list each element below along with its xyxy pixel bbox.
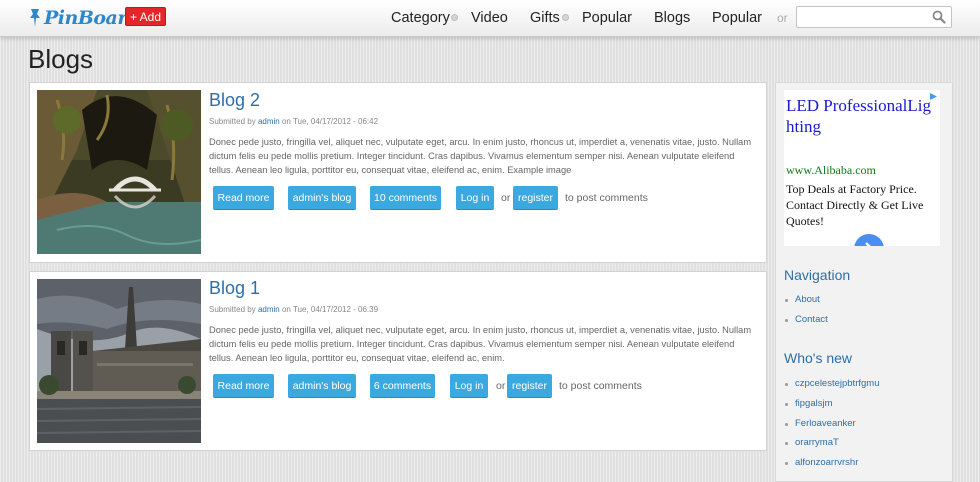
- login-button[interactable]: Log in: [456, 186, 494, 210]
- nav-item-category[interactable]: Category: [391, 0, 450, 36]
- ad-title[interactable]: LED ProfessionalLighting: [786, 95, 934, 137]
- author-link[interactable]: admin: [258, 305, 280, 314]
- cathedral-river-photo: [37, 279, 201, 443]
- dropdown-dot-icon: [562, 14, 569, 21]
- whos-new-list: czpcelestejpbtrfgmu fipgalsjm Ferloavean…: [782, 377, 879, 476]
- nav-item-video[interactable]: Video: [471, 0, 508, 36]
- post-date: on Tue, 04/17/2012 - 06:42: [281, 117, 379, 126]
- nav-item-popular-2[interactable]: Popular: [712, 0, 762, 36]
- search-box: [796, 6, 952, 29]
- nav-item-popular[interactable]: Popular: [582, 0, 632, 36]
- login-button[interactable]: Log in: [450, 374, 488, 398]
- pushpin-icon: [30, 9, 40, 27]
- site-logo[interactable]: PinBoard: [28, 6, 140, 30]
- ad-block[interactable]: LED ProfessionalLighting www.Alibaba.com…: [784, 90, 940, 246]
- list-item[interactable]: Ferloaveanker: [782, 417, 879, 437]
- register-button[interactable]: register: [513, 186, 558, 210]
- nav-link-contact[interactable]: Contact: [782, 313, 828, 333]
- submitted-prefix: Submitted by: [209, 305, 256, 314]
- post-image[interactable]: [37, 90, 201, 254]
- search-input[interactable]: [801, 7, 933, 29]
- post-meta: Submitted by admin on Tue, 04/17/2012 - …: [209, 117, 378, 127]
- post-body: Donec pede justo, fringilla vel, aliquet…: [209, 325, 752, 363]
- comments-button[interactable]: 10 comments: [370, 186, 441, 210]
- header-or-text: or: [777, 11, 788, 25]
- page-title: Blogs: [28, 44, 94, 74]
- read-more-button[interactable]: Read more: [213, 186, 274, 210]
- top-bar: PinBoard + Add Category Video Gifts Popu…: [0, 0, 980, 37]
- ad-url[interactable]: www.Alibaba.com: [786, 163, 876, 178]
- blog-post-card: Blog 1 Submitted by admin on Tue, 04/17/…: [29, 271, 767, 451]
- post-date: on Tue, 04/17/2012 - 06:39: [281, 305, 379, 314]
- ad-description: Top Deals at Factory Price. Contact Dire…: [786, 182, 924, 228]
- post-title[interactable]: Blog 2: [209, 89, 260, 111]
- list-item[interactable]: fipgalsjm: [782, 397, 879, 417]
- post-title[interactable]: Blog 1: [209, 277, 260, 299]
- whos-new-heading: Who's new: [784, 350, 853, 366]
- read-more-button[interactable]: Read more: [213, 374, 274, 398]
- submitted-prefix: Submitted by: [209, 117, 256, 126]
- navigation-heading: Navigation: [784, 267, 851, 283]
- post-meta: Submitted by admin on Tue, 04/17/2012 - …: [209, 305, 378, 315]
- list-item[interactable]: orarrymaT: [782, 436, 879, 456]
- post-body: Donec pede justo, fringilla vel, aliquet…: [209, 137, 752, 175]
- nav-item-gifts[interactable]: Gifts: [530, 0, 560, 36]
- register-button[interactable]: register: [507, 374, 552, 398]
- or-text: or: [496, 380, 506, 392]
- add-button[interactable]: + Add: [125, 7, 166, 26]
- author-link[interactable]: admin: [258, 117, 280, 126]
- sidebar: LED ProfessionalLighting www.Alibaba.com…: [775, 82, 953, 482]
- ad-choices-icon[interactable]: [929, 92, 938, 101]
- or-text: or: [501, 192, 511, 204]
- ad-arrow-icon[interactable]: [854, 234, 884, 246]
- author-blog-button[interactable]: admin's blog: [288, 374, 356, 398]
- list-item[interactable]: czpcelestejpbtrfgmu: [782, 377, 879, 397]
- list-item[interactable]: alfonzoarrvrshr: [782, 456, 879, 476]
- dropdown-dot-icon: [451, 14, 458, 21]
- nav-link-about[interactable]: About: [782, 293, 828, 313]
- nav-item-blogs[interactable]: Blogs: [654, 0, 690, 36]
- comments-button[interactable]: 6 comments: [370, 374, 435, 398]
- magnifier-icon[interactable]: [932, 10, 946, 24]
- post-image[interactable]: [37, 279, 201, 443]
- post-comments-text: to post comments: [565, 192, 648, 204]
- post-comments-text: to post comments: [559, 380, 642, 392]
- blog-post-card: Blog 2 Submitted by admin on Tue, 04/17/…: [29, 82, 767, 263]
- navigation-list: About Contact: [782, 293, 828, 333]
- author-blog-button[interactable]: admin's blog: [288, 186, 356, 210]
- stone-bridge-grotto-photo: [37, 90, 201, 254]
